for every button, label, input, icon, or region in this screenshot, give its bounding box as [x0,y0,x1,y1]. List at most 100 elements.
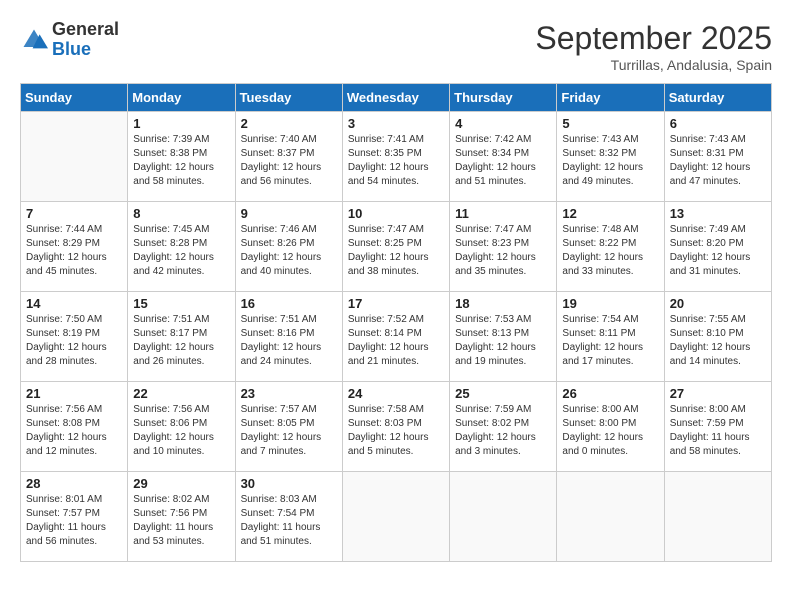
day-info: Sunrise: 8:00 AMSunset: 8:00 PMDaylight:… [562,403,658,459]
weekday-header-row: SundayMondayTuesdayWednesdayThursdayFrid… [21,84,772,112]
day-info: Sunrise: 7:48 AMSunset: 8:22 PMDaylight:… [562,223,658,279]
logo-blue: Blue [52,40,119,60]
calendar-cell: 9Sunrise: 7:46 AMSunset: 8:26 PMDaylight… [235,202,342,292]
calendar-cell: 15 Sunrise: 7:51 AMSunset: 8:17 PMDayligh… [128,292,235,382]
day-number: 26 [562,386,658,401]
day-info: Sunrise: 7:51 AMSunset: 8:17 PMDaylight:… [133,313,229,369]
day-number: 12 [562,206,658,221]
day-number: 28 [26,476,122,491]
day-number: 1 [133,116,229,131]
day-info: Sunrise: 7:58 AMSunset: 8:03 PMDaylight:… [348,403,444,459]
calendar-cell: 6Sunrise: 7:43 AMSunset: 8:31 PMDaylight… [664,112,771,202]
calendar-cell: 7 Sunrise: 7:44 AMSunset: 8:29 PMDaylight… [21,202,128,292]
calendar-cell: 30Sunrise: 8:03 AMSunset: 7:54 PMDayligh… [235,472,342,562]
day-info: Sunrise: 8:02 AMSunset: 7:56 PMDaylight:… [133,493,229,549]
calendar-cell: 4Sunrise: 7:42 AMSunset: 8:34 PMDaylight… [450,112,557,202]
day-info: Sunrise: 7:50 AMSunset: 8:19 PMDaylight:… [26,313,122,369]
calendar-cell: 27 Sunrise: 8:00 AMSunset: 7:59 PMDayligh… [664,382,771,472]
calendar-cell: 16 Sunrise: 7:51 AMSunset: 8:16 PMDayligh… [235,292,342,382]
day-number: 29 [133,476,229,491]
day-info: Sunrise: 7:44 AMSunset: 8:29 PMDaylight:… [26,223,122,279]
calendar-cell: 20Sunrise: 7:55 AMSunset: 8:10 PMDayligh… [664,292,771,382]
day-info: Sunrise: 7:43 AMSunset: 8:31 PMDaylight:… [670,133,766,189]
logo: General Blue [20,20,119,60]
logo-general: General [52,20,119,40]
calendar-week-row: 1 Sunrise: 7:39 AMSunset: 8:38 PMDaylight… [21,112,772,202]
calendar-table: SundayMondayTuesdayWednesdayThursdayFrid… [20,83,772,562]
logo-text: General Blue [52,20,119,60]
day-info: Sunrise: 8:00 AMSunset: 7:59 PMDaylight:… [670,403,766,459]
weekday-header-friday: Friday [557,84,664,112]
calendar-cell: 18 Sunrise: 7:53 AMSunset: 8:13 PMDayligh… [450,292,557,382]
calendar-cell: 22 Sunrise: 7:56 AMSunset: 8:06 PMDayligh… [128,382,235,472]
calendar-cell: 8 Sunrise: 7:45 AMSunset: 8:28 PMDaylight… [128,202,235,292]
day-number: 10 [348,206,444,221]
day-info: Sunrise: 7:55 AMSunset: 8:10 PMDaylight:… [670,313,766,369]
day-number: 19 [562,296,658,311]
day-number: 4 [455,116,551,131]
day-number: 18 [455,296,551,311]
day-info: Sunrise: 7:51 AMSunset: 8:16 PMDaylight:… [241,313,337,369]
weekday-header-sunday: Sunday [21,84,128,112]
calendar-week-row: 14 Sunrise: 7:50 AMSunset: 8:19 PMDayligh… [21,292,772,382]
calendar-cell: 23 Sunrise: 7:57 AMSunset: 8:05 PMDayligh… [235,382,342,472]
day-number: 11 [455,206,551,221]
day-number: 7 [26,206,122,221]
calendar-cell: 11 Sunrise: 7:47 AMSunset: 8:23 PMDayligh… [450,202,557,292]
day-number: 17 [348,296,444,311]
day-info: Sunrise: 7:52 AMSunset: 8:14 PMDaylight:… [348,313,444,369]
day-number: 8 [133,206,229,221]
calendar-cell [557,472,664,562]
calendar-cell: 12 Sunrise: 7:48 AMSunset: 8:22 PMDayligh… [557,202,664,292]
calendar-cell: 21Sunrise: 7:56 AMSunset: 8:08 PMDayligh… [21,382,128,472]
calendar-cell: 14 Sunrise: 7:50 AMSunset: 8:19 PMDayligh… [21,292,128,382]
weekday-header-saturday: Saturday [664,84,771,112]
month-year: September 2025 [535,20,772,57]
calendar-cell: 24Sunrise: 7:58 AMSunset: 8:03 PMDayligh… [342,382,449,472]
day-number: 23 [241,386,337,401]
day-number: 3 [348,116,444,131]
day-info: Sunrise: 7:56 AMSunset: 8:06 PMDaylight:… [133,403,229,459]
day-number: 9 [241,206,337,221]
day-number: 22 [133,386,229,401]
day-info: Sunrise: 8:03 AMSunset: 7:54 PMDaylight:… [241,493,337,549]
day-info: Sunrise: 7:57 AMSunset: 8:05 PMDaylight:… [241,403,337,459]
calendar-week-row: 7 Sunrise: 7:44 AMSunset: 8:29 PMDaylight… [21,202,772,292]
calendar-cell: 26 Sunrise: 8:00 AMSunset: 8:00 PMDayligh… [557,382,664,472]
day-info: Sunrise: 7:45 AMSunset: 8:28 PMDaylight:… [133,223,229,279]
calendar-cell: 3 Sunrise: 7:41 AMSunset: 8:35 PMDaylight… [342,112,449,202]
day-info: Sunrise: 7:40 AMSunset: 8:37 PMDaylight:… [241,133,337,189]
logo-icon [20,26,48,54]
day-info: Sunrise: 7:49 AMSunset: 8:20 PMDaylight:… [670,223,766,279]
calendar-week-row: 21Sunrise: 7:56 AMSunset: 8:08 PMDayligh… [21,382,772,472]
day-number: 2 [241,116,337,131]
calendar-cell: 13 Sunrise: 7:49 AMSunset: 8:20 PMDayligh… [664,202,771,292]
day-number: 15 [133,296,229,311]
calendar-cell: 25Sunrise: 7:59 AMSunset: 8:02 PMDayligh… [450,382,557,472]
day-number: 25 [455,386,551,401]
day-info: Sunrise: 7:39 AMSunset: 8:38 PMDaylight:… [133,133,229,189]
calendar-cell: 29 Sunrise: 8:02 AMSunset: 7:56 PMDayligh… [128,472,235,562]
calendar-cell: 2 Sunrise: 7:40 AMSunset: 8:37 PMDaylight… [235,112,342,202]
day-number: 27 [670,386,766,401]
day-info: Sunrise: 7:47 AMSunset: 8:23 PMDaylight:… [455,223,551,279]
day-number: 13 [670,206,766,221]
calendar-week-row: 28 Sunrise: 8:01 AMSunset: 7:57 PMDayligh… [21,472,772,562]
day-number: 5 [562,116,658,131]
day-info: Sunrise: 7:54 AMSunset: 8:11 PMDaylight:… [562,313,658,369]
calendar-cell [664,472,771,562]
weekday-header-wednesday: Wednesday [342,84,449,112]
weekday-header-monday: Monday [128,84,235,112]
day-number: 14 [26,296,122,311]
day-info: Sunrise: 7:41 AMSunset: 8:35 PMDaylight:… [348,133,444,189]
calendar-cell: 19 Sunrise: 7:54 AMSunset: 8:11 PMDayligh… [557,292,664,382]
location: Turrillas, Andalusia, Spain [535,57,772,73]
calendar-cell: 5Sunrise: 7:43 AMSunset: 8:32 PMDaylight… [557,112,664,202]
calendar-cell: 10 Sunrise: 7:47 AMSunset: 8:25 PMDayligh… [342,202,449,292]
day-info: Sunrise: 7:53 AMSunset: 8:13 PMDaylight:… [455,313,551,369]
calendar-cell: 17 Sunrise: 7:52 AMSunset: 8:14 PMDayligh… [342,292,449,382]
day-info: Sunrise: 7:56 AMSunset: 8:08 PMDaylight:… [26,403,122,459]
day-number: 16 [241,296,337,311]
day-info: Sunrise: 8:01 AMSunset: 7:57 PMDaylight:… [26,493,122,549]
day-info: Sunrise: 7:47 AMSunset: 8:25 PMDaylight:… [348,223,444,279]
